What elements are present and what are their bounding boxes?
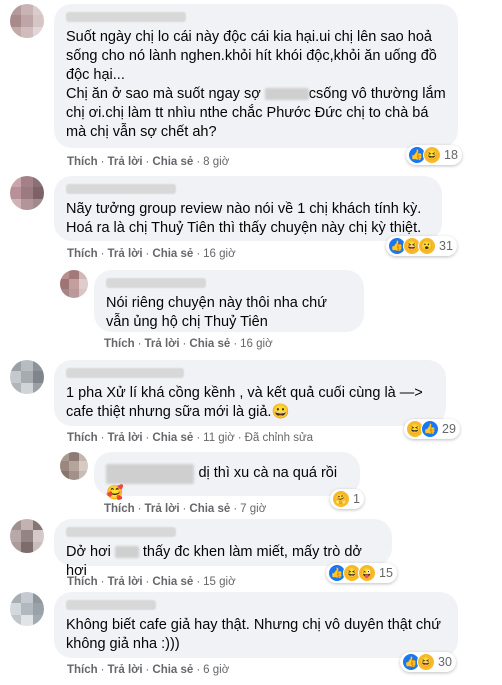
avatar[interactable] (60, 452, 88, 480)
comment-actions: Thích · Trả lời · Chia sẻ · 6 giờ (67, 664, 230, 676)
comment-text: Dở hơi (66, 544, 111, 560)
commenter-name[interactable] (106, 278, 206, 288)
reaction-count: 29 (442, 422, 456, 436)
comment-actions: Thích · Trả lời · Chia sẻ · 11 giờ · Đã chỉnh sử… (67, 432, 314, 444)
timestamp[interactable]: 7 giờ (240, 503, 266, 515)
avatar[interactable] (10, 360, 44, 394)
timestamp[interactable]: 11 giờ (203, 432, 235, 444)
comment-bubble: Dở hơi thấy đc khen làm miết, mấy trò dở… (54, 519, 392, 579)
comment-actions: Thích · Trả lời · Chia sẻ · 7 giờ (104, 503, 267, 515)
share-button[interactable]: Chia sẻ (152, 156, 193, 168)
avatar[interactable] (10, 519, 44, 553)
comment-text: dị thì xu cà na quá rồi (198, 465, 338, 481)
reply-bubble: dị thì xu cà na quá rồi 🥰 (94, 452, 360, 500)
care-icon: 🤗 (332, 490, 350, 508)
comment-actions: Thích · Trả lời · Chia sẻ · 16 giờ (67, 248, 236, 260)
haha-icon: 😆 (417, 653, 435, 671)
commenter-name[interactable] (66, 12, 186, 22)
avatar[interactable] (10, 592, 44, 626)
reaction-count: 30 (438, 655, 452, 669)
comment-text: Không biết cafe giả hay thật. Nhưng chị … (66, 617, 441, 652)
reply-button[interactable]: Trả lời (108, 248, 143, 260)
reaction-count: 15 (379, 566, 393, 580)
share-button[interactable]: Chia sẻ (152, 248, 193, 260)
like-button[interactable]: Thích (67, 664, 98, 676)
share-button[interactable]: Chia sẻ (152, 432, 193, 444)
redacted-name (106, 464, 194, 484)
edited-label[interactable]: Đã chỉnh sửa (245, 432, 313, 444)
share-button[interactable]: Chia sẻ (152, 664, 193, 676)
share-button[interactable]: Chia sẻ (189, 338, 230, 350)
share-button[interactable]: Chia sẻ (189, 503, 230, 515)
comment-text: 1 pha Xử lí khá cồng kềnh , và kết quả c… (66, 385, 423, 420)
reply-button[interactable]: Trả lời (108, 156, 143, 168)
wow-icon: 😜 (358, 564, 376, 582)
share-button[interactable]: Chia sẻ (152, 576, 193, 588)
commenter-name[interactable] (66, 600, 156, 610)
reaction-summary[interactable]: 🤗 1 (330, 489, 364, 509)
comment-bubble: Nãy tưởng group review nào nói về 1 chị … (54, 176, 442, 241)
redacted-text (264, 88, 309, 101)
care-icon: 🥰 (106, 484, 124, 500)
avatar[interactable] (10, 4, 44, 38)
like-button[interactable]: Thích (67, 156, 98, 168)
comment-text: thấy đc khen làm miết, mấy trò dở hơi (66, 544, 362, 579)
comment-actions: Thích · Trả lời · Chia sẻ · 16 giờ (104, 338, 273, 350)
reaction-summary[interactable]: 👍 😆 30 (400, 652, 456, 672)
comment-actions: Thích · Trả lời · Chia sẻ · 15 giờ (67, 576, 236, 588)
reply-button[interactable]: Trả lời (145, 338, 180, 350)
like-button[interactable]: Thích (104, 338, 135, 350)
commenter-name[interactable] (66, 368, 184, 378)
timestamp[interactable]: 16 giờ (240, 338, 272, 350)
comment-text: Chị ăn ở sao mà suốt ngay sợ (66, 86, 261, 102)
like-button[interactable]: Thích (67, 576, 98, 588)
comment-bubble: Không biết cafe giả hay thật. Nhưng chị … (54, 592, 458, 658)
comment-bubble: Suốt ngày chị lo cái này độc cái kia hại… (54, 4, 458, 148)
like-icon: 👍 (421, 420, 439, 438)
like-button[interactable]: Thích (67, 432, 98, 444)
comment-actions: Thích · Trả lời · Chia sẻ · 8 giờ (67, 156, 230, 168)
reply-button[interactable]: Trả lời (108, 432, 143, 444)
timestamp[interactable]: 6 giờ (203, 664, 229, 676)
reaction-count: 18 (444, 148, 458, 162)
comment-text: Nãy tưởng group review nào nói về 1 chị … (66, 201, 422, 236)
commenter-name[interactable] (66, 184, 176, 194)
timestamp[interactable]: 8 giờ (203, 156, 229, 168)
comment-text: Suốt ngày chị lo cái này độc cái kia hại… (66, 29, 437, 83)
reaction-summary[interactable]: 👍 😆 😮 31 (386, 236, 457, 256)
wow-icon: 😮 (418, 237, 436, 255)
reply-button[interactable]: Trả lời (108, 576, 143, 588)
timestamp[interactable]: 16 giờ (203, 248, 235, 260)
comment-text: Nói riêng chuyện này thôi nha chứ vẫn ủn… (106, 295, 327, 330)
reply-bubble: Nói riêng chuyện này thôi nha chứ vẫn ủn… (94, 270, 364, 332)
reaction-count: 1 (353, 492, 360, 506)
reaction-summary[interactable]: 👍 😆 18 (406, 145, 462, 165)
redacted-text (114, 546, 139, 559)
reaction-summary[interactable]: 😆 👍 29 (404, 419, 460, 439)
reaction-count: 31 (439, 239, 453, 253)
commenter-name[interactable] (66, 527, 176, 537)
reply-button[interactable]: Trả lời (145, 503, 180, 515)
like-button[interactable]: Thích (67, 248, 98, 260)
avatar[interactable] (60, 270, 88, 298)
avatar[interactable] (10, 176, 44, 210)
timestamp[interactable]: 15 giờ (203, 576, 235, 588)
comment-bubble: 1 pha Xử lí khá cồng kềnh , và kết quả c… (54, 360, 446, 426)
reaction-summary[interactable]: 👍 😆 😜 15 (326, 563, 397, 583)
like-button[interactable]: Thích (104, 503, 135, 515)
reply-button[interactable]: Trả lời (108, 664, 143, 676)
haha-icon: 😆 (423, 146, 441, 164)
